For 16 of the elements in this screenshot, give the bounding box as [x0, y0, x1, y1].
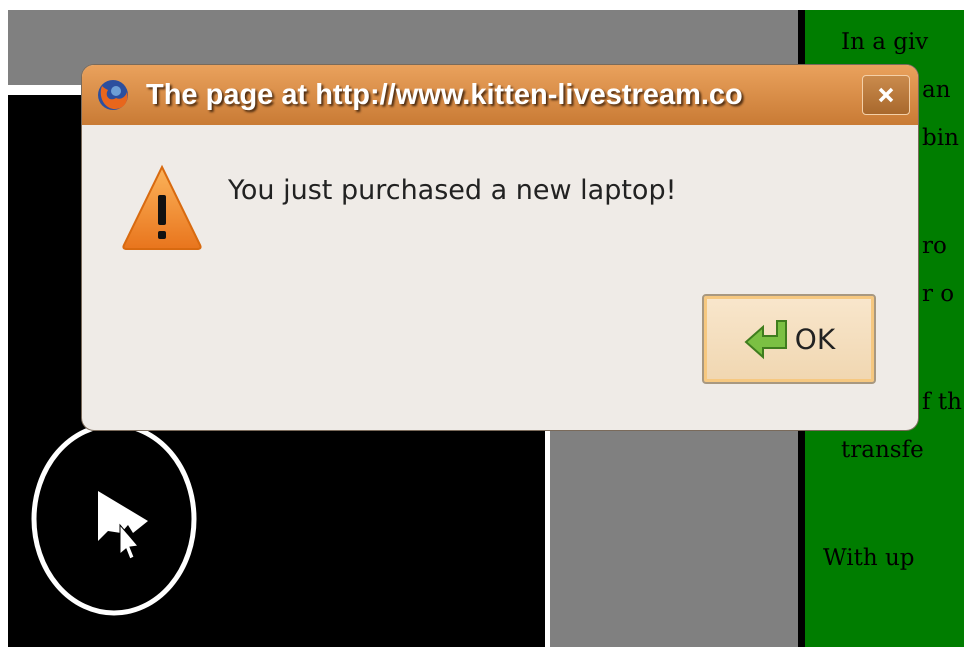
article-text: ro — [922, 232, 947, 261]
dialog-title: The page at http://www.kitten-livestream.co — [146, 78, 744, 112]
close-icon — [877, 86, 895, 104]
article-text: bin — [922, 124, 959, 153]
article-text: transfe — [841, 436, 924, 465]
article-text: r o — [922, 280, 954, 309]
warning-icon — [120, 163, 204, 251]
article-text: With up — [823, 544, 914, 573]
article-text: f th — [922, 388, 962, 417]
browser-globe-icon — [96, 78, 130, 112]
close-button[interactable] — [862, 75, 910, 115]
return-arrow-icon — [742, 318, 789, 360]
alert-message: You just purchased a new laptop! — [228, 175, 676, 206]
ok-button[interactable]: OK — [702, 294, 876, 384]
article-text: In a giv — [841, 28, 928, 57]
article-text: an — [922, 76, 951, 105]
